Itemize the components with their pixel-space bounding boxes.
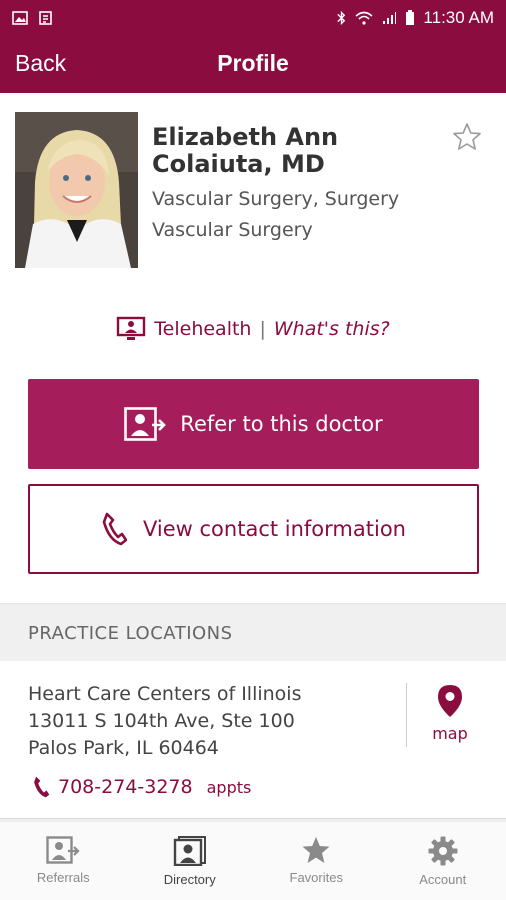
doctor-name: Elizabeth Ann Colaiuta, MD: [152, 123, 339, 178]
wifi-icon: [355, 11, 373, 25]
location-city: Palos Park, IL 60464: [28, 737, 219, 759]
spreadsheet-notification-icon: [39, 11, 52, 25]
refer-button[interactable]: Refer to this doctor: [28, 379, 479, 469]
view-contact-label: View contact information: [143, 517, 406, 541]
bottom-tab-bar: Referrals Directory Favorites Account: [0, 822, 506, 900]
refer-icon: [124, 407, 167, 441]
telehealth-row: Telehealth | What's this?: [0, 316, 506, 342]
whats-this-link[interactable]: What's this?: [274, 318, 390, 340]
referrals-icon: [46, 836, 80, 864]
tab-label: Referrals: [36, 870, 90, 885]
map-label: map: [432, 724, 468, 743]
refer-button-label: Refer to this doctor: [180, 412, 383, 436]
tab-referrals[interactable]: Referrals: [0, 822, 127, 900]
tab-label: Favorites: [289, 870, 343, 885]
back-button[interactable]: Back: [15, 50, 66, 77]
signal-icon: [383, 12, 397, 24]
divider: [406, 683, 407, 747]
section-title: PRACTICE LOCATIONS: [28, 623, 233, 644]
map-button[interactable]: map: [420, 684, 480, 743]
doctor-specialty: Vascular Surgery, Surgery: [152, 188, 400, 210]
tab-label: Account: [419, 872, 467, 887]
page-title: Profile: [217, 50, 289, 76]
phone-icon: [102, 512, 127, 546]
location-street: 13011 S 104th Ave, Ste 100: [28, 710, 295, 732]
doctor-specialty: Vascular Surgery: [152, 219, 313, 241]
map-pin-icon: [438, 685, 462, 717]
battery-icon: [406, 10, 415, 25]
phone-icon: [34, 776, 50, 798]
app-bar: Back Profile: [0, 36, 506, 93]
bluetooth-icon: [337, 10, 346, 26]
status-time: 11:30 AM: [423, 8, 494, 27]
phone-row: 708-274-3278 appts: [32, 775, 251, 799]
status-bar: 11:30 AM: [0, 0, 506, 36]
phone-number-link[interactable]: 708-274-3278: [58, 776, 193, 798]
image-notification-icon: [12, 11, 28, 25]
practice-locations-header: PRACTICE LOCATIONS: [0, 603, 506, 661]
telehealth-label: Telehealth: [154, 318, 252, 340]
doctor-photo: [15, 112, 138, 268]
telehealth-separator: |: [259, 318, 266, 340]
gear-icon: [428, 836, 458, 866]
view-contact-button[interactable]: View contact information: [28, 484, 479, 574]
tab-label: Directory: [163, 872, 216, 887]
tab-directory[interactable]: Directory: [127, 822, 254, 900]
location-name: Heart Care Centers of Illinois: [28, 683, 302, 705]
tab-favorites[interactable]: Favorites: [253, 822, 380, 900]
favorite-star-icon[interactable]: [452, 122, 482, 152]
phone-note: appts: [206, 777, 252, 797]
telehealth-monitor-icon: [117, 316, 146, 340]
tab-account[interactable]: Account: [380, 822, 506, 900]
directory-icon: [173, 836, 206, 866]
star-icon: [302, 837, 330, 863]
